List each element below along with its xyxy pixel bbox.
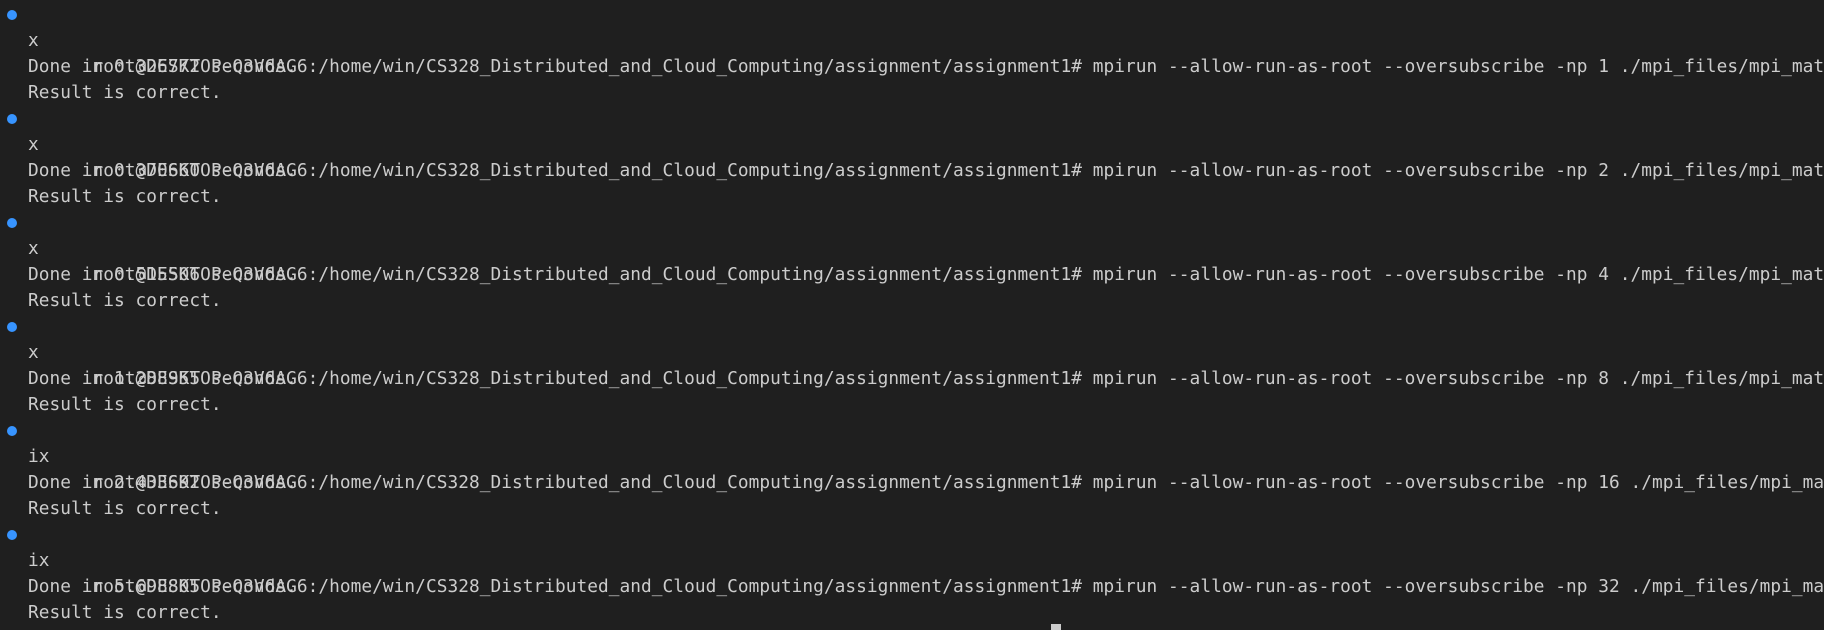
command-block: root@DESKTOP-Q3V6AG6:/home/win/CS328_Dis… xyxy=(0,522,1824,626)
command-line: root@DESKTOP-Q3V6AG6:/home/win/CS328_Dis… xyxy=(0,210,1824,285)
output-result: Result is correct. xyxy=(28,498,222,519)
output-result: Result is correct. xyxy=(28,82,222,103)
command-wrap: x xyxy=(28,342,39,363)
output-done: Done in 0.326772 seconds. xyxy=(28,56,297,77)
output-result: Result is correct. xyxy=(28,602,222,623)
command-block: root@DESKTOP-Q3V6AG6:/home/win/CS328_Dis… xyxy=(0,314,1824,418)
command-line: root@DESKTOP-Q3V6AG6:/home/win/CS328_Dis… xyxy=(0,2,1824,77)
command-decoration-icon[interactable] xyxy=(7,114,17,124)
command-block: root@DESKTOP-Q3V6AG6:/home/win/CS328_Dis… xyxy=(0,106,1824,210)
command-wrap: x xyxy=(28,30,39,51)
command-wrap: ix xyxy=(28,446,50,467)
command-decoration-icon[interactable] xyxy=(7,10,17,20)
command-line: root@DESKTOP-Q3V6AG6:/home/win/CS328_Dis… xyxy=(0,314,1824,389)
output-done: Done in 2.433692 seconds. xyxy=(28,472,297,493)
command-block: root@DESKTOP-Q3V6AG6:/home/win/CS328_Dis… xyxy=(0,418,1824,522)
output-result: Result is correct. xyxy=(28,290,222,311)
command-decoration-icon[interactable] xyxy=(7,426,17,436)
output-done: Done in 1.288955 seconds. xyxy=(28,368,297,389)
command-decoration-icon[interactable] xyxy=(7,322,17,332)
output-done: Done in 0.515506 seconds. xyxy=(28,264,297,285)
output-done: Done in 0.370660 seconds. xyxy=(28,160,297,181)
command-line: root@DESKTOP-Q3V6AG6:/home/win/CS328_Dis… xyxy=(0,522,1824,597)
command-block: root@DESKTOP-Q3V6AG6:/home/win/CS328_Dis… xyxy=(0,210,1824,314)
command-wrap: x xyxy=(28,134,39,155)
command-line: root@DESKTOP-Q3V6AG6:/home/win/CS328_Dis… xyxy=(0,106,1824,181)
command-wrap: x xyxy=(28,238,39,259)
command-decoration-icon[interactable] xyxy=(7,530,17,540)
terminal-output[interactable]: root@DESKTOP-Q3V6AG6:/home/win/CS328_Dis… xyxy=(0,0,1824,630)
output-done: Done in 5.698805 seconds. xyxy=(28,576,297,597)
command-wrap: ix xyxy=(28,550,50,571)
terminal-cursor xyxy=(1051,624,1061,630)
command-decoration-icon[interactable] xyxy=(7,218,17,228)
command-line: root@DESKTOP-Q3V6AG6:/home/win/CS328_Dis… xyxy=(0,418,1824,493)
command-block: root@DESKTOP-Q3V6AG6:/home/win/CS328_Dis… xyxy=(0,2,1824,106)
output-result: Result is correct. xyxy=(28,394,222,415)
output-result: Result is correct. xyxy=(28,186,222,207)
